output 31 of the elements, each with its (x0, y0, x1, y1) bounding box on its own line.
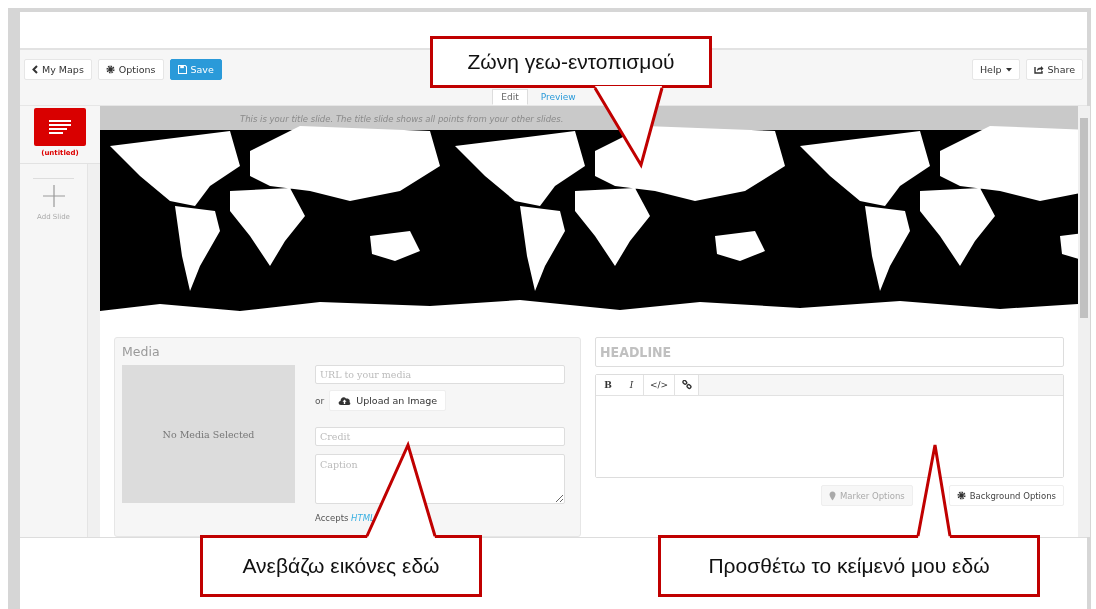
slide-thumbnail[interactable] (34, 108, 86, 146)
gear-icon (105, 65, 115, 74)
link-icon (681, 380, 692, 390)
link-button[interactable] (675, 375, 700, 395)
credit-field[interactable]: Credit (315, 427, 565, 446)
upload-button[interactable]: Upload an Image (329, 390, 447, 411)
map-pin-icon (828, 490, 836, 501)
toolbar-button[interactable]: Options (97, 59, 164, 80)
gear-icon (956, 491, 966, 500)
share-icon (1033, 65, 1044, 74)
accepts-note: Accepts HTML (315, 513, 376, 523)
media-preview: No Media Selected (122, 365, 295, 503)
or-label: or (315, 395, 325, 406)
scrollbar[interactable] (88, 164, 100, 537)
plus-icon (42, 185, 65, 207)
help-button[interactable]: Help (971, 59, 1020, 80)
tab[interactable]: Edit (492, 89, 528, 105)
url-field[interactable]: URL to your media (315, 365, 565, 384)
panel-title: Media (122, 344, 161, 359)
chevron-left-icon (32, 65, 38, 74)
options-button[interactable]: Background Options (948, 485, 1064, 506)
toolbar-button[interactable]: My Maps (24, 59, 92, 80)
bold-button[interactable]: B (596, 375, 620, 395)
italic-button[interactable]: I (620, 375, 644, 395)
code-button[interactable]: </> (644, 375, 676, 395)
headline-field[interactable]: HEADLINE (595, 337, 1064, 367)
toolbar-button[interactable]: Share (1025, 59, 1083, 80)
text-editor[interactable]: B I </> (595, 374, 1064, 478)
scrollbar[interactable] (1078, 106, 1090, 537)
caret-icon (1005, 67, 1012, 72)
cloud-upload-icon (338, 396, 352, 405)
